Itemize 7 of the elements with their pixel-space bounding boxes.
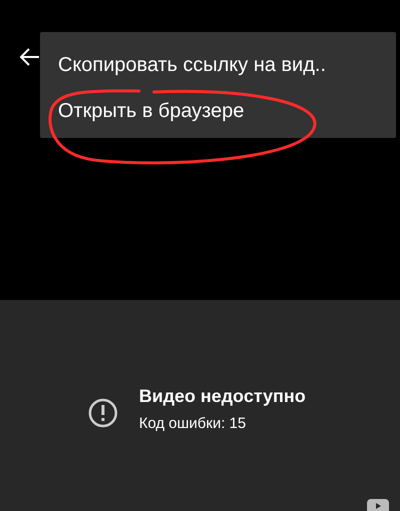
play-logo-icon[interactable]: [367, 499, 389, 511]
alert-icon: [88, 398, 118, 428]
error-title: Видео недоступно: [139, 386, 306, 407]
menu-item[interactable]: Открыть в браузере: [40, 88, 396, 134]
error-code: Код ошибки: 15: [139, 415, 247, 432]
menu-item[interactable]: Скопировать ссылку на вид..: [40, 42, 396, 88]
back-arrow-icon[interactable]: [20, 48, 40, 66]
